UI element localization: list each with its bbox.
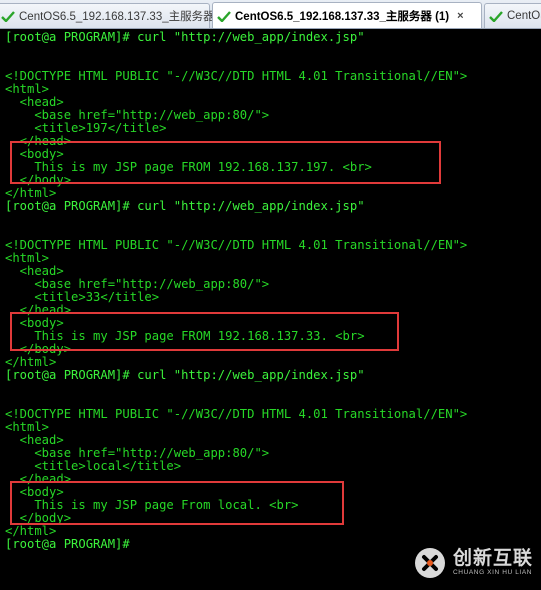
- tab-label: CentOS: [507, 10, 541, 22]
- terminal-line: <!DOCTYPE HTML PUBLIC "-//W3C//DTD HTML …: [5, 238, 468, 252]
- terminal-session-icon: [1, 11, 15, 22]
- watermark-logo: 创新互联 CHUANG XIN HU LIAN: [413, 546, 533, 580]
- terminal-session-icon: [489, 11, 503, 22]
- tab-session-1[interactable]: CentOS6.5_192.168.137.33_主服务器: [0, 3, 215, 28]
- watermark-title: 创新互联: [452, 548, 533, 569]
- tab-session-2[interactable]: CentOS6.5_192.168.137.33_主服务器 (1) ×: [212, 2, 482, 28]
- terminal-line: <!DOCTYPE HTML PUBLIC "-//W3C//DTD HTML …: [5, 69, 468, 83]
- terminal-line: [root@a PROGRAM]#: [5, 537, 130, 551]
- close-tab-icon[interactable]: ×: [457, 10, 463, 22]
- terminal-line: <!DOCTYPE HTML PUBLIC "-//W3C//DTD HTML …: [5, 407, 468, 421]
- brand-logo-icon: [414, 548, 445, 578]
- terminal-line: [root@a PROGRAM]# curl "http://web_app/i…: [5, 368, 365, 382]
- terminal-line: [root@a PROGRAM]# curl "http://web_app/i…: [5, 30, 365, 44]
- tab-bar: CentOS6.5_192.168.137.33_主服务器 CentOS6.5_…: [0, 0, 541, 29]
- terminal-line: [root@a PROGRAM]# curl "http://web_app/i…: [5, 199, 365, 213]
- highlight-box-body-197: [10, 141, 441, 184]
- highlight-box-body-local: [10, 481, 344, 525]
- highlight-box-body-33: [10, 312, 399, 351]
- tab-label: CentOS6.5_192.168.137.33_主服务器 (1): [235, 11, 450, 23]
- terminal-session-icon: [217, 11, 231, 22]
- tab-session-3[interactable]: CentOS: [484, 3, 541, 28]
- watermark-subtitle: CHUANG XIN HU LIAN: [452, 569, 533, 576]
- tab-label: CentOS6.5_192.168.137.33_主服务器: [19, 11, 215, 23]
- terminal-output[interactable]: [root@a PROGRAM]# curl "http://web_app/i…: [0, 29, 541, 590]
